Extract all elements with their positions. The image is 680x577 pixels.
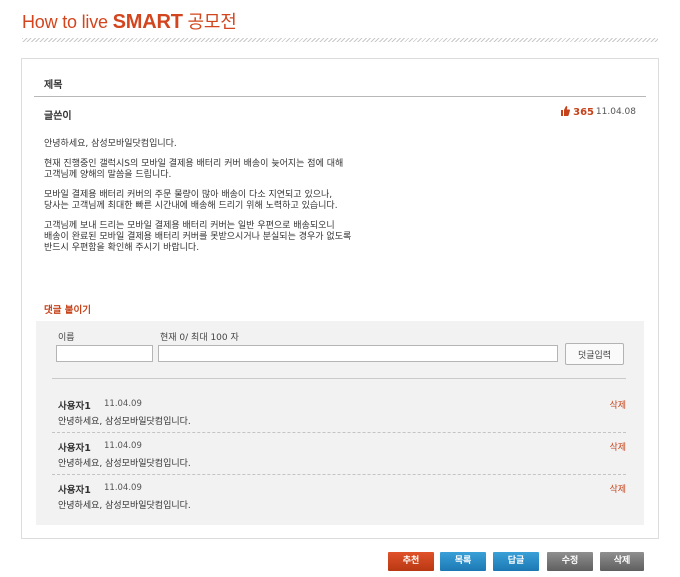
reply-button[interactable]: 답글 <box>493 552 539 571</box>
comment-item: 사용자1 11.04.09 안녕하세요, 삼성모바일닷컴입니다. 삭제 <box>58 398 626 440</box>
comment-divider <box>52 474 626 475</box>
content-paragraph: 고객님께 보내 드리는 모바일 결제용 배터리 커버는 일반 우편으로 배송되오… <box>44 221 352 253</box>
subject-row: 제목 <box>34 69 646 97</box>
author-label: 글쓴이 <box>44 111 72 122</box>
comment-text: 안녕하세요, 삼성모바일닷컴입니다. <box>58 459 191 469</box>
thumbs-up-icon <box>561 106 571 116</box>
comment-author: 사용자1 <box>58 443 91 454</box>
subject-label: 제목 <box>44 80 63 91</box>
content-paragraph: 안녕하세요, 삼성모바일닷컴입니다. <box>44 139 177 149</box>
title-divider <box>22 38 658 42</box>
comment-date: 11.04.09 <box>104 483 142 493</box>
comment-form-divider <box>52 378 626 379</box>
comment-delete-link[interactable]: 삭제 <box>609 482 626 495</box>
page-title-prefix: How to live <box>22 12 113 32</box>
list-button[interactable]: 목록 <box>440 552 486 571</box>
post-date: 11.04.08 <box>595 107 636 117</box>
char-count-label: 현재 0/ 최대 100 자 <box>160 333 239 343</box>
comment-author: 사용자1 <box>58 485 91 496</box>
comment-text: 안녕하세요, 삼성모바일닷컴입니다. <box>58 501 191 511</box>
name-input[interactable] <box>56 345 153 362</box>
comment-date: 11.04.09 <box>104 441 142 451</box>
delete-button[interactable]: 삭제 <box>600 552 644 571</box>
recommend-button[interactable]: 추천 <box>388 552 434 571</box>
comment-date: 11.04.09 <box>104 399 142 409</box>
comment-box: 이름 현재 0/ 최대 100 자 덧글입력 사용자1 11.04.09 안녕하… <box>36 321 644 525</box>
edit-button[interactable]: 수정 <box>547 552 593 571</box>
content-paragraph: 현재 진행중인 갤럭시S의 모바일 결제용 배터리 커버 배송이 늦어지는 점에… <box>44 159 344 180</box>
content-paragraph: 모바일 결제용 배터리 커버의 주문 물량이 많아 배송이 다소 지연되고 있으… <box>44 190 338 211</box>
page-title-strong: SMART <box>112 11 183 33</box>
comment-author: 사용자1 <box>58 401 91 412</box>
recommend-count: 365 <box>561 106 594 118</box>
comment-submit-button[interactable]: 덧글입력 <box>565 343 624 365</box>
comment-divider <box>52 432 626 433</box>
comment-text: 안녕하세요, 삼성모바일닷컴입니다. <box>58 417 191 427</box>
comment-delete-link[interactable]: 삭제 <box>609 440 626 453</box>
recommend-count-value: 365 <box>573 107 594 118</box>
comment-section-title: 댓글 붙이기 <box>44 305 92 316</box>
comment-item: 사용자1 11.04.09 안녕하세요, 삼성모바일닷컴입니다. 삭제 <box>58 482 626 524</box>
post-content: 안녕하세요, 삼성모바일닷컴입니다. 현재 진행중인 갤럭시S의 모바일 결제용… <box>44 139 634 263</box>
comment-item: 사용자1 11.04.09 안녕하세요, 삼성모바일닷컴입니다. 삭제 <box>58 440 626 482</box>
comment-delete-link[interactable]: 삭제 <box>609 398 626 411</box>
comment-input[interactable] <box>158 345 558 362</box>
post-panel: 제목 글쓴이 365 11.04.08 안녕하세요, 삼성모바일닷컴입니다. 현… <box>21 58 659 539</box>
page-title: How to live SMART 공모전 <box>22 8 237 34</box>
page-title-suffix: 공모전 <box>182 12 237 32</box>
name-label: 이름 <box>58 333 75 343</box>
author-row: 글쓴이 365 11.04.08 <box>34 98 646 126</box>
